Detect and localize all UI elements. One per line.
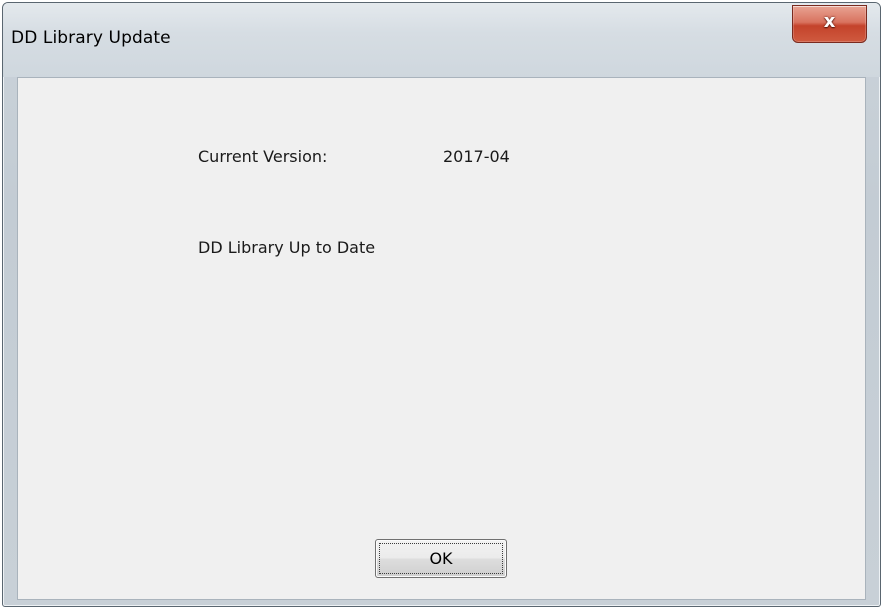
title-bar[interactable]: DD Library Update x: [3, 3, 880, 77]
close-icon: x: [823, 11, 836, 32]
current-version-value: 2017-04: [443, 147, 510, 166]
dialog-content: Current Version: 2017-04 DD Library Up t…: [17, 77, 866, 600]
window-title: DD Library Update: [11, 28, 171, 48]
status-message: DD Library Up to Date: [198, 238, 376, 257]
ok-button-label: OK: [429, 549, 453, 568]
ok-button[interactable]: OK: [375, 539, 507, 578]
close-button[interactable]: x: [792, 5, 867, 43]
dialog-window: DD Library Update x Current Version: 201…: [2, 2, 881, 607]
current-version-label: Current Version:: [198, 147, 328, 166]
